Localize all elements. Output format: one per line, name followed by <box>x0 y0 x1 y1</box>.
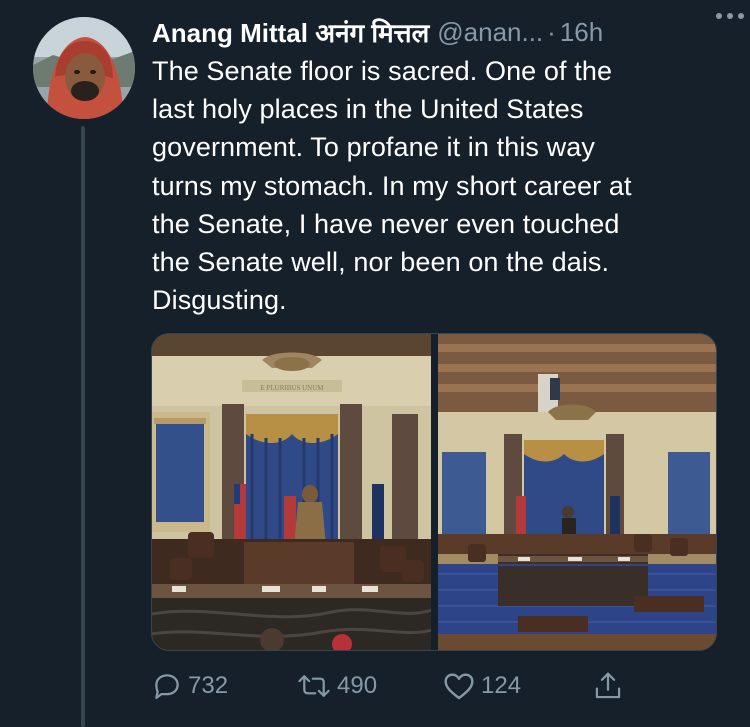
tweet-actions: 732 490 124 <box>152 668 642 704</box>
tweet-text-line: the Senate well, nor been on the dais. <box>152 247 610 278</box>
reply-count: 732 <box>188 672 229 699</box>
tweet-text-line: government. To profane it in this way <box>152 132 595 163</box>
timestamp[interactable]: 16h <box>560 17 603 48</box>
photo-senate-dais[interactable]: E PLURIBUS UNUM <box>152 334 431 650</box>
tweet-media: E PLURIBUS UNUM <box>151 333 717 651</box>
retweet-count: 490 <box>337 672 378 699</box>
share-icon <box>593 670 623 702</box>
tweet-text-line: the Senate, I have never even touched <box>152 208 620 239</box>
media-inscription: E PLURIBUS UNUM <box>260 384 324 392</box>
like-count: 124 <box>481 672 522 699</box>
tweet-text: The Senate floor is sacred. One of the l… <box>152 52 742 319</box>
tweet-text-line: The Senate floor is sacred. One of the <box>152 56 613 86</box>
more-options-icon[interactable] <box>712 4 748 32</box>
photo-senate-chamber[interactable] <box>438 334 716 650</box>
avatar[interactable] <box>33 17 135 119</box>
tweet-text-line: Disgusting. <box>152 285 287 316</box>
tweet-header: Anang Mittal अनंग मित्तल @anan... · 16h <box>152 14 736 50</box>
thread-line <box>81 126 85 727</box>
tweet-text-line: turns my stomach. In my short career at <box>152 170 632 201</box>
handle[interactable]: @anan... <box>437 17 543 48</box>
retweet-button[interactable]: 490 <box>297 668 377 704</box>
like-button[interactable]: 124 <box>443 668 521 704</box>
reply-button[interactable]: 732 <box>152 668 228 704</box>
tweet: Anang Mittal अनंग मित्तल @anan... · 16h … <box>0 0 750 727</box>
retweet-icon <box>297 671 331 701</box>
display-name[interactable]: Anang Mittal अनंग मित्तल <box>152 14 429 50</box>
tweet-text-line: last holy places in the United States <box>152 94 584 125</box>
heart-icon <box>443 671 475 701</box>
reply-icon <box>152 671 182 701</box>
separator-dot: · <box>547 16 556 47</box>
share-button[interactable] <box>593 668 623 704</box>
